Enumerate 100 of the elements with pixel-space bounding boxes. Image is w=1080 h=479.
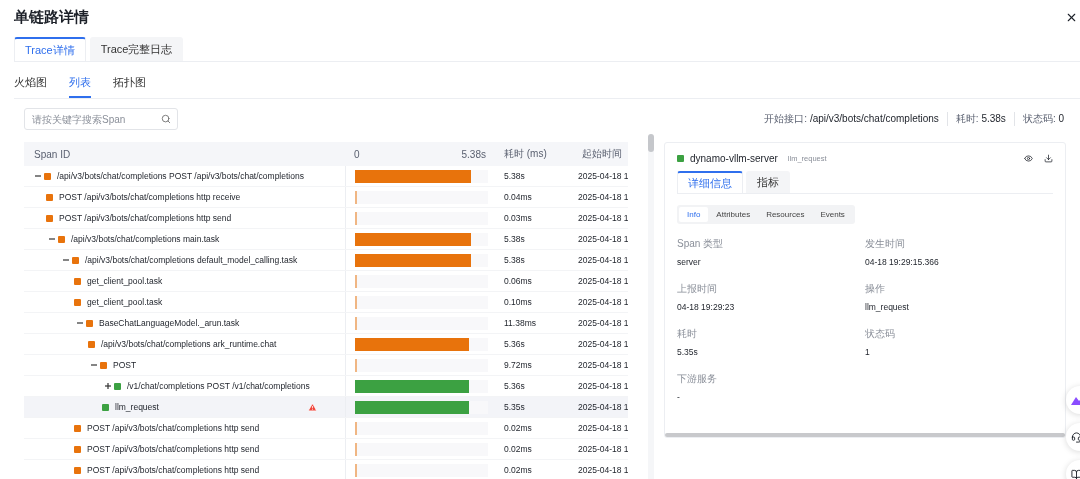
field-value: llm_request: [865, 302, 910, 312]
span-name: BaseChatLanguageModel._arun.task: [99, 318, 240, 328]
start-time-cell: 2025-04-18 1: [578, 255, 628, 265]
span-row[interactable]: POST /api/v3/bots/chat/completions http receive 0.04ms 2025-04-18 1: [24, 187, 628, 208]
start-time-cell: 2025-04-18 1: [578, 297, 628, 307]
duration-cell-text: 0.02ms: [503, 423, 533, 433]
span-row[interactable]: /api/v3/bots/chat/completions default_model_calling.task 5.38s 2025-04-18 1: [24, 250, 628, 271]
field-value: 04-18 19:29:23: [677, 302, 736, 312]
field-label: Span 类型: [677, 237, 725, 251]
search-field[interactable]: 请按关键字搜索Span: [24, 108, 178, 130]
duration-cell-text: 0.04ms: [503, 192, 533, 202]
span-name: POST: [113, 360, 137, 370]
span-row[interactable]: llm_request 5.35s 2025-04-18 1: [24, 397, 628, 418]
field-label: 操作: [865, 282, 886, 296]
start-time-cell: 2025-04-18 1: [578, 171, 628, 181]
view-tab[interactable]: 火焰图: [14, 75, 47, 98]
duration-cell-text: 5.38s: [503, 255, 526, 265]
span-row[interactable]: /api/v3/bots/chat/completions POST /api/v3/bots/chat/completions 5.38s 2025-04-18 1: [24, 166, 628, 187]
duration-cell-text: 5.36s: [503, 339, 526, 349]
field-value: 5.35s: [677, 347, 699, 357]
field-label: 上报时间: [677, 282, 718, 296]
span-row[interactable]: POST /api/v3/bots/chat/completions http send 0.02ms 2025-04-18 1: [24, 418, 628, 439]
span-name: POST /api/v3/bots/chat/completions http send: [59, 213, 232, 223]
axis-label: 0: [354, 148, 360, 160]
start-time-cell: 2025-04-18 1: [578, 276, 628, 286]
span-row[interactable]: get_client_pool.task 0.10ms 2025-04-18 1: [24, 292, 628, 313]
field-value: server: [677, 257, 702, 267]
tab[interactable]: Trace详情: [14, 37, 86, 61]
segment[interactable]: Events: [812, 207, 853, 222]
start-time-cell: 2025-04-18 1: [578, 213, 628, 223]
collapse-icon[interactable]: [32, 173, 44, 179]
field-value: -: [677, 392, 681, 402]
field-value: 04-18 19:29:15.366: [865, 257, 940, 267]
book-icon: [1071, 468, 1080, 479]
span-row[interactable]: /api/v3/bots/chat/completions ark_runtime.chat 5.36s 2025-04-18 1: [24, 334, 628, 355]
view-tab[interactable]: 列表: [69, 75, 91, 98]
duration-cell-text: 0.02ms: [503, 465, 533, 475]
service-name: dynamo-vllm-server: [690, 153, 778, 164]
scrollbar[interactable]: [665, 433, 1065, 437]
span-row[interactable]: /api/v3/bots/chat/completions main.task 5.38s 2025-04-18 1: [24, 229, 628, 250]
duration-cell-text: 0.02ms: [503, 444, 533, 454]
span-row[interactable]: POST /api/v3/bots/chat/completions http send 0.03ms 2025-04-18 1: [24, 208, 628, 229]
span-name: POST /api/v3/bots/chat/completions http send: [87, 423, 260, 433]
tab[interactable]: Trace完整日志: [89, 37, 184, 61]
start-time-cell: 2025-04-18 1: [578, 423, 628, 433]
mountain-icon: [1071, 395, 1080, 405]
download-icon[interactable]: [1044, 154, 1053, 163]
search-icon[interactable]: [161, 114, 171, 124]
column-header: 耗时 (ms): [503, 147, 548, 161]
collapse-icon[interactable]: [74, 320, 86, 326]
duration-cell-text: 0.06ms: [503, 276, 533, 286]
span-name: /api/v3/bots/chat/completions ark_runtime.chat: [101, 339, 277, 349]
start-time-cell: 2025-04-18 1: [578, 465, 628, 475]
span-row[interactable]: POST 9.72ms 2025-04-18 1: [24, 355, 628, 376]
span-row[interactable]: get_client_pool.task 0.06ms 2025-04-18 1: [24, 271, 628, 292]
duration-cell-text: 0.03ms: [503, 213, 533, 223]
field-label: 下游服务: [677, 372, 718, 386]
start-time-cell: 2025-04-18 1: [578, 360, 628, 370]
start-time-cell: 2025-04-18 1: [578, 339, 628, 349]
span-name: POST /api/v3/bots/chat/completions http send: [87, 465, 260, 475]
column-header: 起始时间: [581, 147, 623, 161]
tab[interactable]: 详细信息: [677, 171, 743, 193]
span-name: /v1/chat/completions POST /v1/chat/completions: [127, 381, 310, 391]
start-time-cell: 2025-04-18 1: [578, 444, 628, 454]
collapse-icon[interactable]: [60, 257, 72, 263]
dialog-title: 单链路详情: [14, 7, 89, 27]
span-name: /api/v3/bots/chat/completions main.task: [71, 234, 220, 244]
column-header: Span ID: [33, 148, 72, 160]
collapse-icon[interactable]: [46, 236, 58, 242]
summary-value: /api/v3/bots/chat/completions: [809, 113, 939, 124]
duration-cell-text: 5.38s: [503, 234, 526, 244]
summary-value: 5.38s: [981, 113, 1006, 124]
segment[interactable]: Attributes: [708, 207, 759, 222]
tab[interactable]: 指标: [746, 171, 790, 193]
scroll-thumb[interactable]: [648, 134, 654, 152]
start-time-cell: 2025-04-18 1: [578, 318, 628, 328]
collapse-icon[interactable]: [88, 362, 100, 368]
span-name: /api/v3/bots/chat/completions default_model_calling.task: [85, 255, 298, 265]
headset-icon: [1071, 431, 1080, 443]
axis-label: 5.38s: [461, 148, 486, 160]
start-time-cell: 2025-04-18 1: [578, 234, 628, 244]
span-name: /api/v3/bots/chat/completions POST /api/v3/bots/chat/completions: [57, 171, 304, 181]
start-time-cell: 2025-04-18 1: [578, 192, 628, 202]
span-row[interactable]: BaseChatLanguageModel._arun.task 11.38ms 2025-04-18 1: [24, 313, 628, 334]
span-row[interactable]: POST /api/v3/bots/chat/completions http send 0.02ms 2025-04-18 1: [24, 439, 628, 460]
summary-value: 0: [1058, 113, 1064, 124]
span-name: POST /api/v3/bots/chat/completions http receive: [59, 192, 241, 202]
segment[interactable]: Resources: [758, 207, 813, 222]
duration-cell-text: 0.10ms: [503, 297, 533, 307]
eye-icon[interactable]: [1024, 154, 1033, 163]
view-tab[interactable]: 拓扑图: [113, 75, 146, 98]
segment[interactable]: Info: [679, 207, 709, 222]
duration-cell-text: 9.72ms: [503, 360, 533, 370]
expand-icon[interactable]: [102, 383, 114, 389]
field-label: 状态码: [865, 327, 896, 341]
duration-cell-text: 5.38s: [503, 171, 526, 181]
duration-cell-text: 5.36s: [503, 381, 526, 391]
span-row[interactable]: /v1/chat/completions POST /v1/chat/completions 5.36s 2025-04-18 1: [24, 376, 628, 397]
field-label: 发生时间: [865, 237, 906, 251]
start-time-cell: 2025-04-18 1: [578, 402, 628, 412]
